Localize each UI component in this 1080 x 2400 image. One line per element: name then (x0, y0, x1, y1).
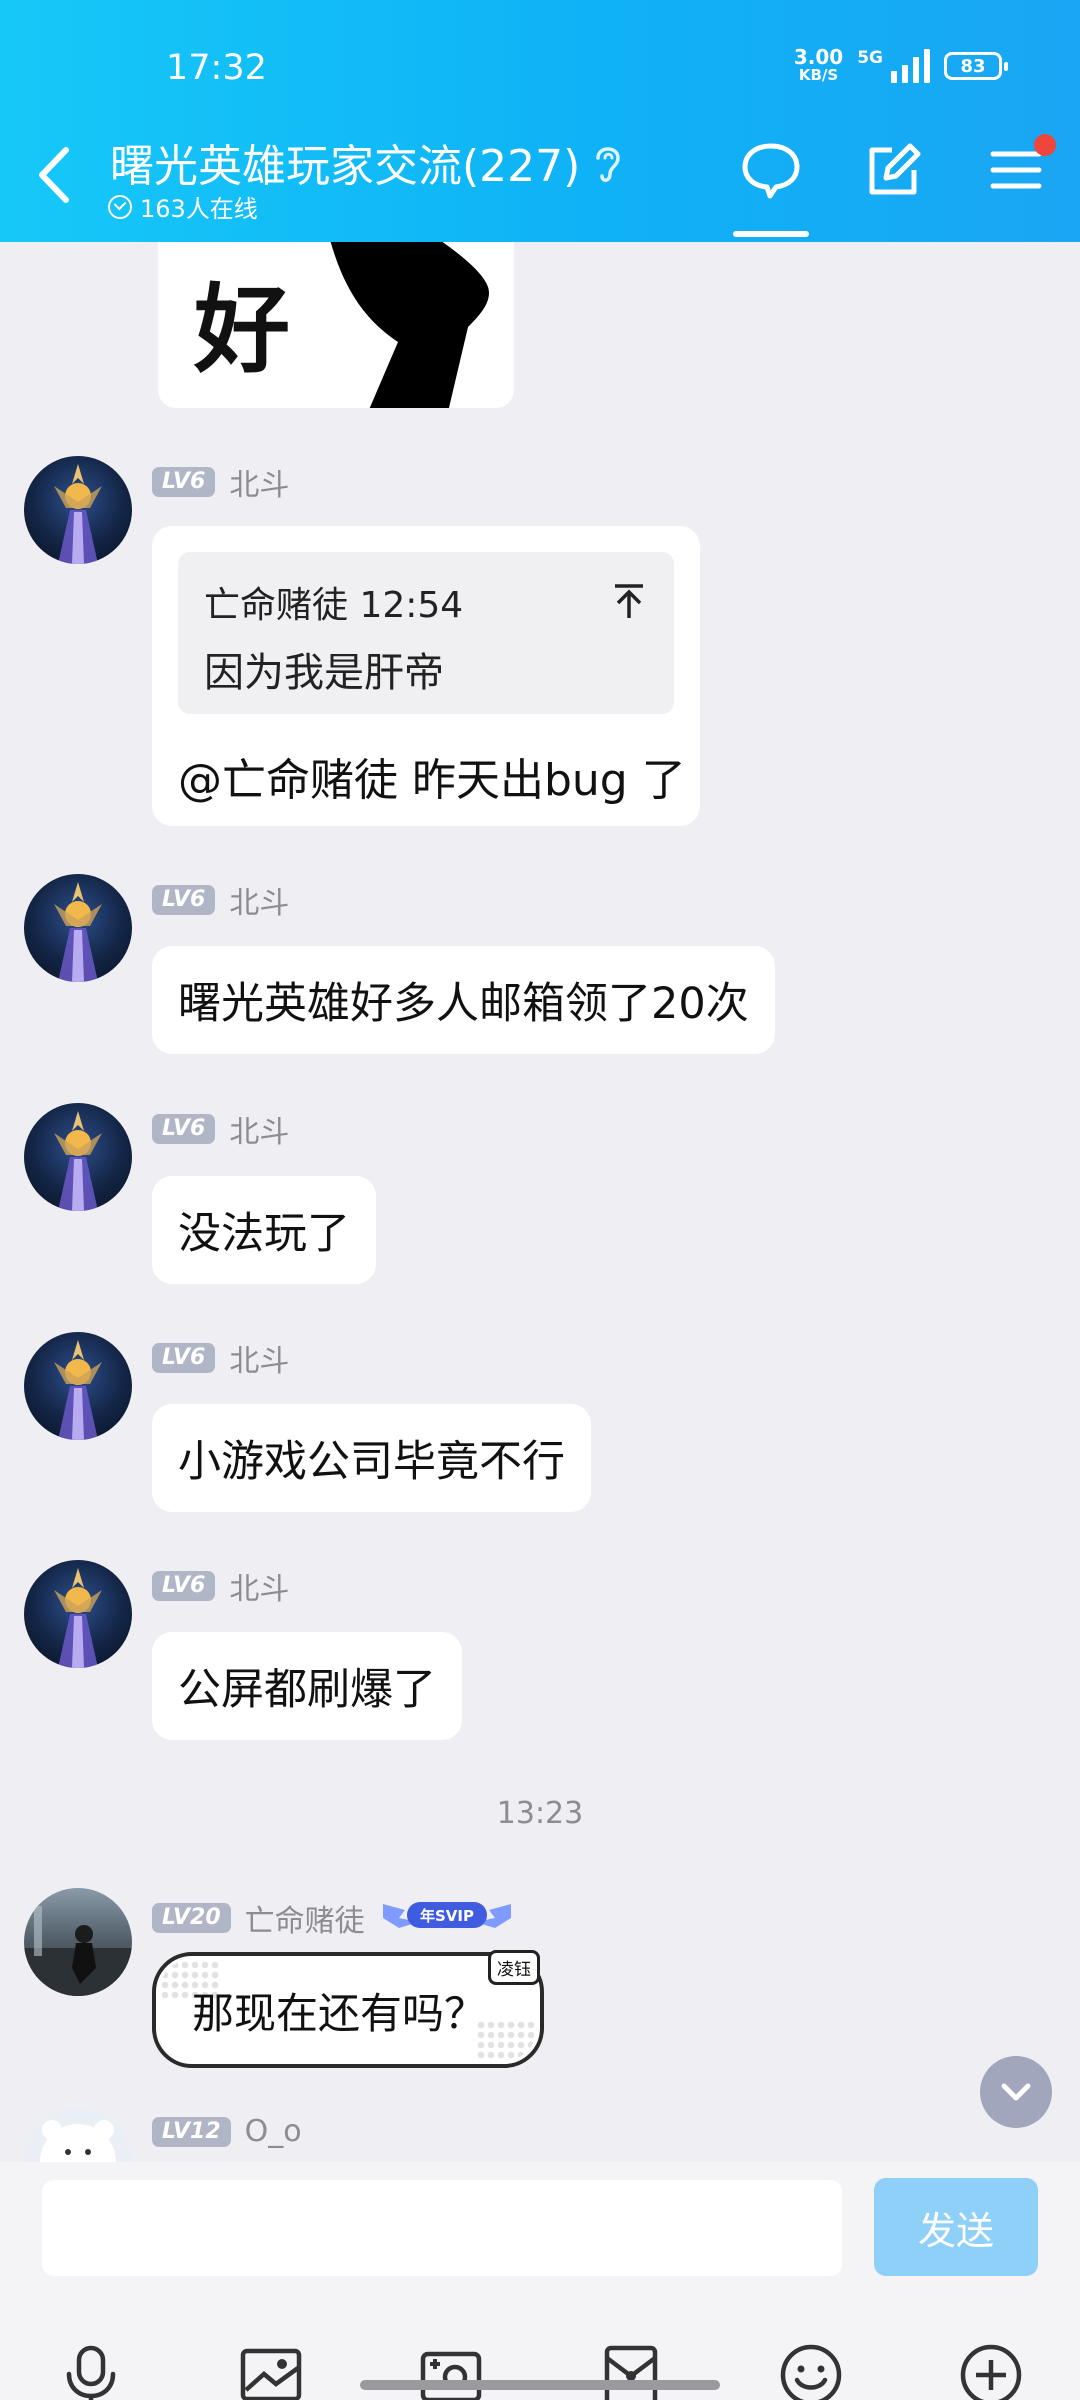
microphone-icon (66, 2345, 116, 2400)
message-text: 小游戏公司毕竟不行 (178, 1437, 565, 1487)
plus-icon (960, 2344, 1022, 2400)
notification-dot (1034, 134, 1056, 156)
network-type: 5G (857, 48, 883, 68)
sender-name[interactable]: O_o (245, 2114, 302, 2149)
emoji-button[interactable] (776, 2340, 846, 2400)
battery-icon: 83 (944, 52, 1008, 80)
sender-meta: LV12 O_o (152, 2114, 302, 2149)
sender-name[interactable]: 北斗 (229, 460, 289, 504)
time-divider: 13:23 (496, 1796, 584, 1831)
camera-button[interactable] (416, 2340, 486, 2400)
camera-icon (420, 2351, 482, 2400)
sender-meta: LV6 北斗 (152, 1564, 289, 1608)
message-bubble[interactable]: 曙光英雄好多人邮箱领了20次 (152, 946, 775, 1054)
online-count: 163人在线 (108, 189, 258, 224)
avatar-image (54, 464, 102, 564)
level-badge: LV6 (152, 467, 216, 497)
bubble-tag: 凌钰 (488, 1950, 540, 1985)
send-button[interactable]: 发送 (874, 2178, 1038, 2276)
avatar[interactable] (24, 1560, 132, 1668)
avatar-image (24, 1906, 132, 1996)
svg-text:年SVIP: 年SVIP (420, 1907, 474, 1925)
sender-name[interactable]: 北斗 (229, 1107, 289, 1151)
chat-bubble-icon (742, 143, 800, 199)
active-tab-indicator (733, 231, 809, 237)
app-header: 17:32 3.00 KB/S 5G 83 曙光英雄玩家交流(227) 163人… (0, 0, 1080, 242)
network-speed: 3.00 KB/S (793, 45, 844, 84)
edit-button[interactable] (862, 140, 924, 200)
more-button[interactable] (956, 2340, 1026, 2400)
quote-text: 因为我是肝帝 (204, 650, 444, 696)
message-bubble[interactable]: 小游戏公司毕竟不行 (152, 1404, 591, 1512)
message-bubble[interactable]: 没法玩了 (152, 1176, 376, 1284)
ear-icon[interactable] (590, 140, 626, 186)
avatar-image (54, 1340, 102, 1440)
message-text: 公屏都刷爆了 (178, 1665, 436, 1715)
level-badge: LV6 (152, 1114, 216, 1144)
home-indicator[interactable] (360, 2380, 720, 2390)
sender-name[interactable]: 北斗 (229, 1564, 289, 1608)
status-bar-icons: 3.00 KB/S 5G 83 (793, 45, 1008, 84)
sender-meta: LV6 北斗 (152, 1336, 289, 1380)
avatar[interactable] (24, 1103, 132, 1211)
input-area: 发送 (0, 2162, 1080, 2400)
level-badge: LV6 (152, 1343, 216, 1373)
red-packet-icon (604, 2345, 658, 2400)
image-icon (240, 2348, 302, 2400)
chat-tab-button[interactable] (740, 140, 802, 200)
sender-name[interactable]: 北斗 (229, 1336, 289, 1380)
avatar-image (54, 1111, 102, 1211)
quoted-message[interactable]: 亡命赌徒 12:54 因为我是肝帝 (178, 552, 674, 714)
avatar[interactable] (24, 456, 132, 564)
quote-header: 亡命赌徒 12:54 (204, 585, 464, 626)
emoji-icon (780, 2344, 842, 2400)
message-input[interactable] (42, 2180, 842, 2276)
image-button[interactable] (236, 2340, 306, 2400)
avatar[interactable] (24, 2108, 132, 2162)
signal-icon (891, 49, 930, 83)
edit-icon (869, 143, 921, 195)
level-badge: LV12 (152, 2116, 231, 2147)
scroll-to-bottom-button[interactable] (980, 2056, 1052, 2128)
online-check-icon (108, 194, 132, 219)
level-badge: LV6 (152, 1571, 216, 1601)
avatar-image (54, 1568, 102, 1668)
svip-badge-icon: 年SVIP (382, 1902, 511, 1928)
avatar[interactable] (24, 874, 132, 982)
reply-message-bubble[interactable]: 亡命赌徒 12:54 因为我是肝帝 @亡命赌徒 昨天出bug 了 (152, 526, 700, 826)
message-text: 没法玩了 (178, 1209, 350, 1259)
sticker-text: 好 (194, 274, 290, 386)
avatar-image (40, 2120, 116, 2162)
svip-badge: 年SVIP (379, 1894, 515, 1942)
group-title[interactable]: 曙光英雄玩家交流(227) (110, 130, 580, 194)
avatar[interactable] (24, 1888, 132, 1996)
status-time: 17:32 (166, 48, 267, 88)
avatar[interactable] (24, 1332, 132, 1440)
red-packet-button[interactable] (596, 2340, 666, 2400)
sender-meta: LV6 北斗 (152, 878, 289, 922)
sender-meta: LV20 亡命赌徒 年SVIP (152, 1894, 515, 1942)
message-text: 那现在还有吗？ (192, 1988, 487, 2038)
message-bubble[interactable]: 那现在还有吗？ 凌钰 (152, 1950, 544, 2068)
jump-to-top-icon[interactable] (612, 582, 646, 620)
sticker-figure-icon (330, 242, 489, 408)
back-button[interactable] (26, 140, 86, 210)
voice-button[interactable] (56, 2340, 126, 2400)
level-badge: LV6 (152, 885, 216, 915)
back-arrow-icon (39, 147, 69, 203)
level-badge: LV20 (152, 1903, 231, 1933)
chevron-down-icon (1001, 2083, 1031, 2101)
avatar-image (54, 882, 102, 982)
sender-meta: LV6 北斗 (152, 1107, 289, 1151)
sender-name[interactable]: 北斗 (229, 878, 289, 922)
sender-name[interactable]: 亡命赌徒 (245, 1896, 365, 1940)
message-bubble[interactable]: 公屏都刷爆了 (152, 1632, 462, 1740)
message-text: @亡命赌徒 昨天出bug 了 (178, 755, 686, 806)
sticker-message[interactable]: 好 (158, 242, 514, 408)
message-text: 曙光英雄好多人邮箱领了20次 (178, 979, 749, 1029)
sender-meta: LV6 北斗 (152, 460, 289, 504)
